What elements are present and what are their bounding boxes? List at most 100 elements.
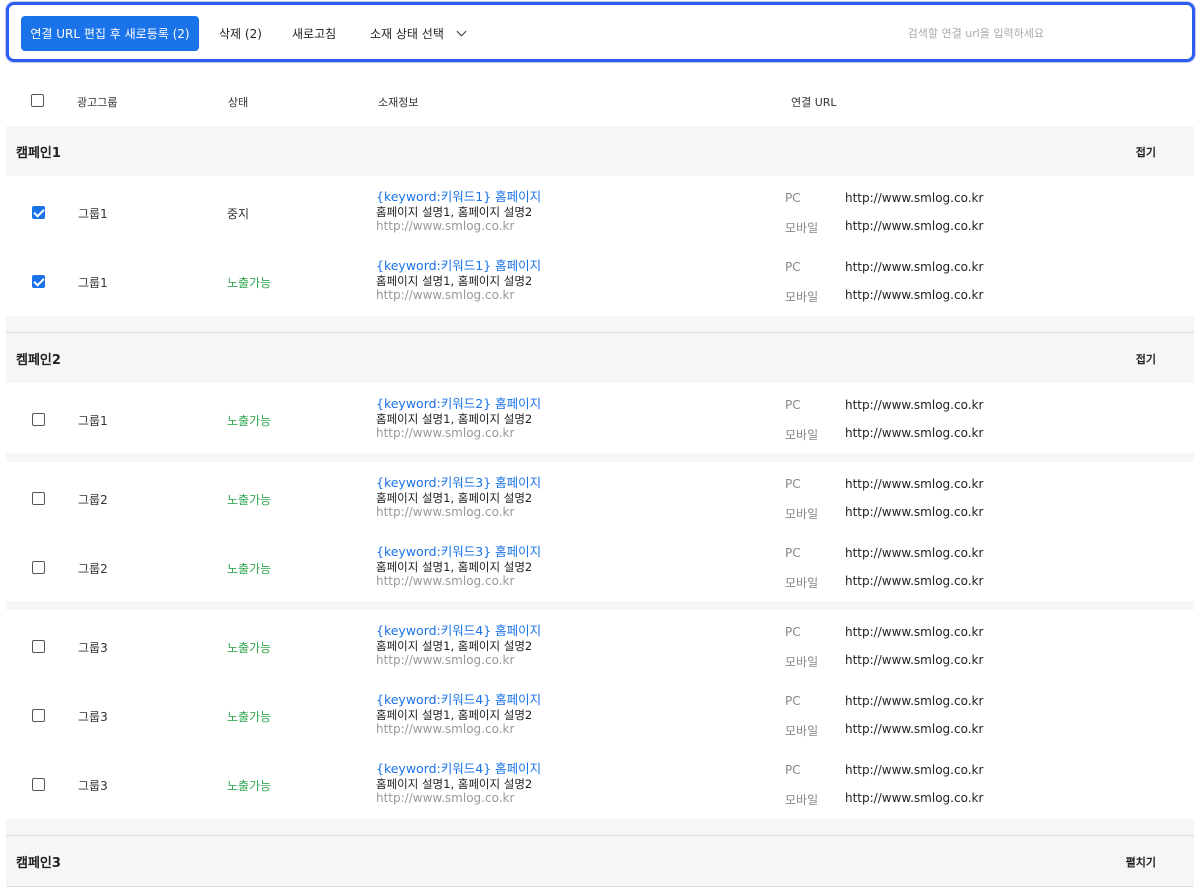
creative-title[interactable]: {keyword:키워드4} 홈페이지: [376, 689, 541, 708]
row-checkbox[interactable]: [32, 640, 45, 653]
column-header-group: 광고그룹: [77, 96, 118, 109]
creative-description: 홈페이지 설명1, 홈페이지 설명2: [376, 777, 533, 791]
creative-display-url: http://www.smlog.co.kr: [376, 722, 515, 736]
mobile-url: http://www.smlog.co.kr: [845, 219, 984, 233]
table-row: 그룹2 노출가능 {keyword:키워드3} 홈페이지 홈페이지 설명1, 홈…: [6, 463, 1194, 532]
creative-display-url: http://www.smlog.co.kr: [376, 219, 515, 233]
status-label: 노출가능: [227, 493, 272, 507]
pc-label: PC: [785, 191, 801, 205]
pc-url: http://www.smlog.co.kr: [845, 191, 984, 205]
creative-title[interactable]: {keyword:키워드3} 홈페이지: [376, 472, 541, 491]
campaign-header: 캠페인1 접기: [6, 126, 1194, 176]
pc-label: PC: [785, 477, 801, 491]
group-separator: [6, 819, 1194, 835]
mobile-label: 모바일: [785, 507, 819, 521]
group-name: 그룹3: [78, 641, 108, 655]
mobile-url: http://www.smlog.co.kr: [845, 426, 984, 440]
pc-url: http://www.smlog.co.kr: [845, 694, 984, 708]
row-checkbox[interactable]: [32, 206, 45, 219]
pc-label: PC: [785, 398, 801, 412]
mobile-url: http://www.smlog.co.kr: [845, 653, 984, 667]
pc-url: http://www.smlog.co.kr: [845, 260, 984, 274]
status-label: 노출가능: [227, 710, 272, 724]
table-row: 그룹1 노출가능 {keyword:키워드1} 홈페이지 홈페이지 설명1, 홈…: [6, 246, 1194, 315]
creative-display-url: http://www.smlog.co.kr: [376, 653, 515, 667]
group-name: 그룹1: [78, 207, 108, 221]
status-select-dropdown[interactable]: 소재 상태 선택: [370, 16, 467, 51]
mobile-url: http://www.smlog.co.kr: [845, 574, 984, 588]
creative-display-url: http://www.smlog.co.kr: [376, 791, 515, 805]
pc-label: PC: [785, 694, 801, 708]
table-row: 그룹3 노출가능 {keyword:키워드4} 홈페이지 홈페이지 설명1, 홈…: [6, 749, 1194, 818]
creative-description: 홈페이지 설명1, 홈페이지 설명2: [376, 560, 533, 574]
action-toolbar: 연결 URL 편집 후 새로등록 (2) 삭제 (2) 새로고침 소재 상태 선…: [6, 2, 1195, 62]
creative-description: 홈페이지 설명1, 홈페이지 설명2: [376, 412, 533, 426]
creative-display-url: http://www.smlog.co.kr: [376, 505, 515, 519]
mobile-url: http://www.smlog.co.kr: [845, 288, 984, 302]
refresh-button[interactable]: 새로고침: [292, 16, 336, 51]
pc-url: http://www.smlog.co.kr: [845, 546, 984, 560]
creative-description: 홈페이지 설명1, 홈페이지 설명2: [376, 205, 533, 219]
status-label: 노출가능: [227, 276, 272, 290]
group-name: 그룹2: [78, 562, 108, 576]
pc-url: http://www.smlog.co.kr: [845, 763, 984, 777]
row-checkbox[interactable]: [32, 275, 45, 288]
campaign-name: 켐페인2: [16, 353, 61, 368]
campaign-name: 캠페인3: [16, 856, 61, 871]
pc-url: http://www.smlog.co.kr: [845, 398, 984, 412]
creative-description: 홈페이지 설명1, 홈페이지 설명2: [376, 639, 533, 653]
mobile-label: 모바일: [785, 428, 819, 442]
status-label: 노출가능: [227, 414, 272, 428]
table-row: 그룹3 노출가능 {keyword:키워드4} 홈페이지 홈페이지 설명1, 홈…: [6, 611, 1194, 680]
pc-label: PC: [785, 260, 801, 274]
mobile-url: http://www.smlog.co.kr: [845, 505, 984, 519]
row-checkbox[interactable]: [32, 709, 45, 722]
row-checkbox[interactable]: [32, 778, 45, 791]
creative-description: 홈페이지 설명1, 홈페이지 설명2: [376, 708, 533, 722]
expand-toggle[interactable]: 펼치기: [1126, 854, 1156, 870]
table-row: 그룹1 노출가능 {keyword:키워드2} 홈페이지 홈페이지 설명1, 홈…: [6, 384, 1194, 453]
group-separator: [6, 601, 1194, 610]
collapse-toggle[interactable]: 접기: [1136, 351, 1156, 367]
campaign-header: 켐페인2 접기: [6, 333, 1194, 383]
row-checkbox[interactable]: [32, 561, 45, 574]
delete-button[interactable]: 삭제 (2): [219, 16, 262, 51]
mobile-label: 모바일: [785, 655, 819, 669]
table-row: 그룹3 노출가능 {keyword:키워드4} 홈페이지 홈페이지 설명1, 홈…: [6, 680, 1194, 749]
row-checkbox[interactable]: [32, 492, 45, 505]
creative-title[interactable]: {keyword:키워드2} 홈페이지: [376, 393, 541, 412]
collapse-toggle[interactable]: 접기: [1136, 144, 1156, 160]
group-name: 그룹3: [78, 710, 108, 724]
column-header-url: 연결 URL: [791, 96, 837, 109]
table-header: 광고그룹 상태 소재정보 연결 URL: [0, 84, 1200, 118]
status-label: 중지: [227, 207, 250, 221]
pc-url: http://www.smlog.co.kr: [845, 477, 984, 491]
select-all-checkbox[interactable]: [31, 94, 44, 107]
creative-description: 홈페이지 설명1, 홈페이지 설명2: [376, 274, 533, 288]
row-checkbox[interactable]: [32, 413, 45, 426]
status-select-label: 소재 상태 선택: [370, 27, 444, 41]
creative-title[interactable]: {keyword:키워드4} 홈페이지: [376, 620, 541, 639]
creative-title[interactable]: {keyword:키워드1} 홈페이지: [376, 255, 541, 274]
group-name: 그룹2: [78, 493, 108, 507]
group-name: 그룹1: [78, 414, 108, 428]
creative-display-url: http://www.smlog.co.kr: [376, 288, 515, 302]
edit-url-register-button[interactable]: 연결 URL 편집 후 새로등록 (2): [21, 16, 199, 51]
creative-title[interactable]: {keyword:키워드4} 홈페이지: [376, 758, 541, 777]
group-separator: [6, 316, 1194, 332]
creative-title[interactable]: {keyword:키워드1} 홈페이지: [376, 186, 541, 205]
status-label: 노출가능: [227, 641, 272, 655]
creative-description: 홈페이지 설명1, 홈페이지 설명2: [376, 491, 533, 505]
search-input[interactable]: [649, 16, 1169, 51]
mobile-label: 모바일: [785, 576, 819, 590]
campaign-name: 캠페인1: [16, 146, 61, 161]
column-header-creative: 소재정보: [378, 96, 419, 109]
pc-label: PC: [785, 625, 801, 639]
table-row: 그룹1 중지 {keyword:키워드1} 홈페이지 홈페이지 설명1, 홈페이…: [6, 177, 1194, 246]
table-row: 그룹2 노출가능 {keyword:키워드3} 홈페이지 홈페이지 설명1, 홈…: [6, 532, 1194, 601]
group-separator: [6, 453, 1194, 462]
creative-display-url: http://www.smlog.co.kr: [376, 574, 515, 588]
chevron-down-icon: [456, 26, 467, 37]
mobile-url: http://www.smlog.co.kr: [845, 722, 984, 736]
creative-title[interactable]: {keyword:키워드3} 홈페이지: [376, 541, 541, 560]
